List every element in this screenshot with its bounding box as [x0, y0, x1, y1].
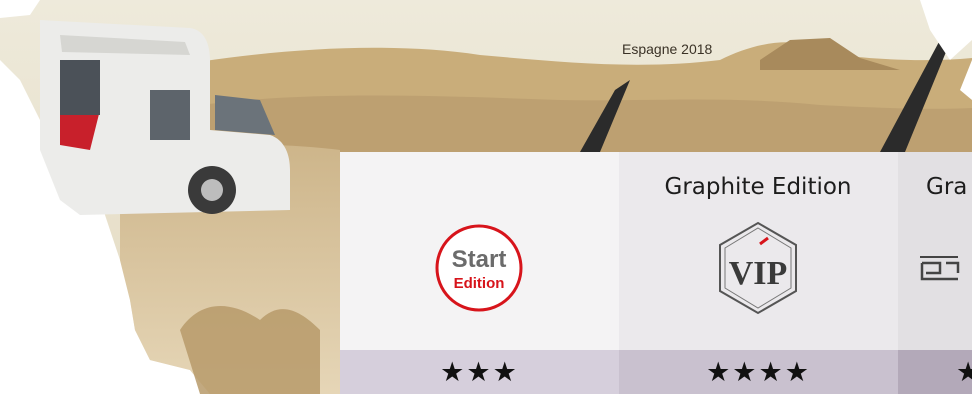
partial-brand-logo — [898, 208, 972, 328]
star-rating: ★ — [898, 350, 972, 394]
star-rating: ★ ★ ★ ★ — [619, 350, 898, 394]
vip-hexagon-logo-icon: VIP — [719, 221, 797, 315]
logo-text-edition: Edition — [454, 275, 505, 292]
start-edition-logo-icon: Start Edition — [435, 224, 523, 312]
card-title: Gra — [926, 174, 968, 200]
start-edition-logo: Start Edition — [340, 208, 618, 328]
card-top: Gra — [898, 152, 972, 350]
logo-text-start: Start — [452, 246, 507, 273]
card-title: Graphite Edition — [664, 174, 852, 200]
card-top: Graphite Edition VIP — [619, 152, 898, 350]
star-icon: ★ — [732, 356, 759, 388]
edition-cards: Start Edition ★ ★ ★ Graphite Edition VIP ★… — [340, 152, 972, 394]
vip-hexagon-logo: VIP — [619, 208, 897, 328]
star-icon: ★ — [784, 356, 811, 388]
card-graphite-edition[interactable]: Graphite Edition VIP ★ ★ ★ ★ — [619, 152, 898, 394]
card-top: Start Edition — [340, 152, 619, 350]
star-rating: ★ ★ ★ — [340, 350, 619, 394]
star-icon: ★ — [758, 356, 785, 388]
star-icon: ★ — [492, 356, 519, 388]
card-start-edition[interactable]: Start Edition ★ ★ ★ — [340, 152, 619, 394]
partial-brand-logo-icon — [920, 256, 960, 281]
star-icon: ★ — [956, 356, 972, 388]
hero-caption: Espagne 2018 — [622, 41, 713, 57]
star-icon: ★ — [440, 356, 467, 388]
star-icon: ★ — [466, 356, 493, 388]
star-icon: ★ — [706, 356, 733, 388]
logo-text-vip: VIP — [729, 255, 788, 292]
card-third-edition[interactable]: Gra ★ — [898, 152, 972, 394]
